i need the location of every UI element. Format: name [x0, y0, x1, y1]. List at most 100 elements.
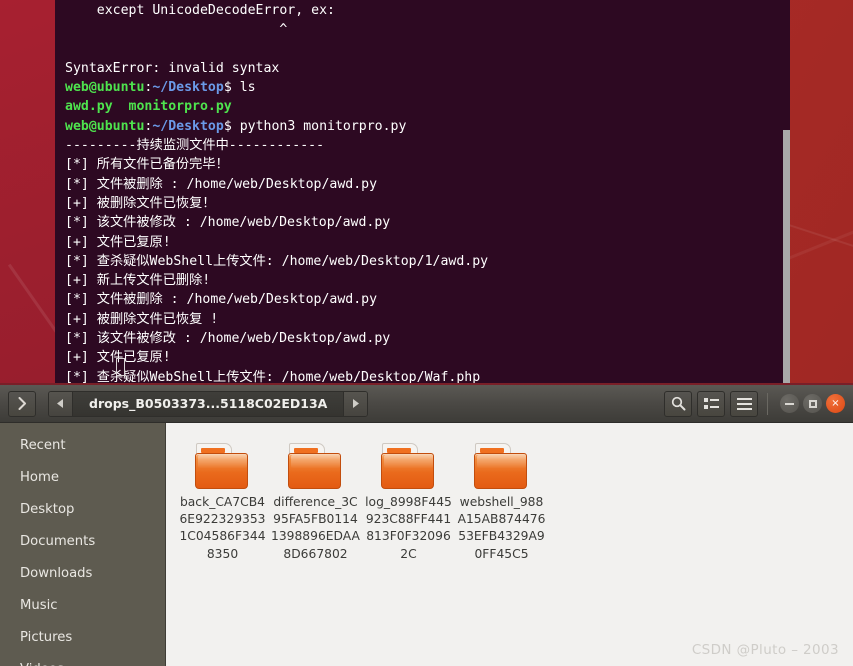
breadcrumb-path-label[interactable]: drops_B0503373...5118C02ED13A [73, 391, 344, 416]
terminal-line: [+] 被删除文件已恢复 ! [65, 310, 790, 329]
breadcrumb[interactable]: drops_B0503373...5118C02ED13A [48, 390, 369, 417]
folder-body [381, 453, 434, 489]
sidebar-item-videos[interactable]: Videos [0, 653, 165, 666]
triangle-right-icon [353, 399, 360, 408]
terminal-line: [*] 查杀疑似WebShell上传文件: /home/web/Desktop/… [65, 252, 790, 271]
toolbar-separator [767, 392, 768, 415]
search-button[interactable] [664, 390, 692, 417]
terminal-line: [*] 文件被删除 : /home/web/Desktop/awd.py [65, 175, 790, 194]
terminal-line: [+] 新上传文件已删除! [65, 271, 790, 290]
wallpaper-streak [7, 263, 63, 339]
minimize-button[interactable] [780, 394, 799, 413]
sidebar-item-label: Downloads [20, 565, 93, 581]
terminal-text-segment: [+] 新上传文件已删除! [65, 273, 211, 289]
file-item-label: webshell_988A15AB87447653EFB4329A90FF45C… [457, 495, 546, 561]
file-manager-window[interactable]: drops_B0503373...5118C02ED13A × Recent H… [0, 383, 853, 666]
sidebar-item-music[interactable]: Music [0, 589, 165, 621]
terminal-cursor [116, 358, 125, 376]
terminal-text-segment: [*] 文件被删除 : /home/web/Desktop/awd.py [65, 176, 378, 192]
file-manager-sidebar: Recent Home Desktop Documents Downloads … [0, 423, 166, 666]
terminal-text-segment: web@ubuntu [65, 118, 145, 134]
file-item[interactable]: back_CA7CB46E9223293531C04586F3448350 [176, 441, 269, 565]
terminal-text-segment: [*] 该文件被修改 : /home/web/Desktop/awd.py [65, 215, 391, 231]
terminal-line: except UnicodeDecodeError, ex: [65, 1, 790, 20]
maximize-icon [808, 399, 817, 408]
folder-icon [381, 443, 436, 489]
file-item[interactable]: webshell_988A15AB87447653EFB4329A90FF45C… [455, 441, 548, 565]
terminal-text-segment: ~/Desktop [152, 118, 224, 134]
terminal-line: [*] 该文件被修改 : /home/web/Desktop/awd.py [65, 329, 790, 348]
terminal-text-segment: $ python3 monitorpro.py [223, 118, 407, 134]
terminal-line: web@ubuntu:~/Desktop$ ls [65, 78, 790, 97]
terminal-line: [*] 所有文件已备份完毕！ [65, 155, 790, 174]
terminal-line: [*] 该文件被修改 : /home/web/Desktop/awd.py [65, 213, 790, 232]
terminal-line: [+] 文件已复原! [65, 348, 790, 367]
folder-icon [288, 443, 343, 489]
sidebar-item-label: Desktop [20, 501, 75, 517]
menu-button[interactable] [730, 390, 758, 417]
terminal-line: ^ [65, 20, 790, 39]
close-icon: × [831, 397, 840, 409]
forward-button[interactable] [8, 390, 36, 417]
sidebar-item-label: Music [20, 597, 58, 613]
terminal-text-segment: awd.py monitorpro.py [65, 99, 232, 115]
triangle-left-icon [57, 399, 63, 408]
terminal-text-segment: ^ [65, 22, 288, 38]
terminal-text-segment: [*] 该文件被修改 : /home/web/Desktop/awd.py [65, 331, 391, 347]
folder-body [474, 453, 527, 489]
watermark: CSDN @Pluto – 2003 [691, 642, 839, 658]
terminal-window[interactable]: except UnicodeDecodeError, ex: ^ SyntaxEr… [55, 0, 790, 383]
terminal-text-segment: [*] 查杀疑似WebShell上传文件: /home/web/Desktop/… [65, 253, 489, 269]
terminal-line: SyntaxError: invalid syntax [65, 59, 790, 78]
file-list-view[interactable]: back_CA7CB46E9223293531C04586F3448350 dif… [166, 423, 853, 666]
file-item[interactable]: log_8998F445923C88FF441813F0F320962C [362, 441, 455, 565]
terminal-output: except UnicodeDecodeError, ex: ^ SyntaxEr… [55, 0, 790, 383]
terminal-line: [*] 文件被删除 : /home/web/Desktop/awd.py [65, 290, 790, 309]
toolbar-right-group: × [664, 390, 845, 417]
terminal-text-segment: [+] 被删除文件已恢复！ [65, 195, 216, 211]
chevron-right-icon [18, 397, 26, 410]
file-item[interactable]: difference_3C95FA5FB01141398896EDAA8D667… [269, 441, 362, 565]
terminal-text-segment: ---------持续监测文件中------------ [65, 138, 325, 154]
sidebar-item-label: Pictures [20, 629, 73, 645]
terminal-text-segment: [+] 文件已复原! [65, 234, 171, 250]
hamburger-menu-icon [736, 397, 752, 410]
view-toggle-button[interactable] [697, 390, 725, 417]
terminal-text-segment: [*] 文件被删除 : /home/web/Desktop/awd.py [65, 292, 378, 308]
terminal-scrollbar[interactable] [783, 130, 790, 383]
terminal-text-segment: web@ubuntu [65, 80, 145, 96]
sidebar-item-downloads[interactable]: Downloads [0, 557, 165, 589]
folder-icon [474, 443, 529, 489]
minimize-icon [785, 402, 794, 405]
terminal-text-segment: except UnicodeDecodeError, ex: [65, 3, 335, 18]
terminal-text-segment: [*] 查杀疑似WebShell上传文件: /home/web/Desktop/… [65, 369, 481, 383]
terminal-line: [*] 查杀疑似WebShell上传文件: /home/web/Desktop/… [65, 368, 790, 383]
sidebar-item-pictures[interactable]: Pictures [0, 621, 165, 653]
sidebar-item-recent[interactable]: Recent [0, 429, 165, 461]
file-manager-body: Recent Home Desktop Documents Downloads … [0, 423, 853, 666]
maximize-button[interactable] [803, 394, 822, 413]
breadcrumb-next-button[interactable] [343, 391, 368, 416]
search-icon [671, 396, 685, 411]
file-grid: back_CA7CB46E9223293531C04586F3448350 dif… [176, 441, 853, 565]
terminal-text-segment: SyntaxError: invalid syntax [65, 60, 280, 76]
close-button[interactable]: × [826, 394, 845, 413]
terminal-text-segment: ~/Desktop [152, 80, 224, 96]
sidebar-item-desktop[interactable]: Desktop [0, 493, 165, 525]
file-manager-toolbar: drops_B0503373...5118C02ED13A × [0, 385, 853, 423]
terminal-line: [+] 文件已复原! [65, 233, 790, 252]
terminal-line: [+] 被删除文件已恢复！ [65, 194, 790, 213]
terminal-line: ---------持续监测文件中------------ [65, 136, 790, 155]
sidebar-item-home[interactable]: Home [0, 461, 165, 493]
file-item-label: log_8998F445923C88FF441813F0F320962C [365, 495, 452, 561]
sidebar-item-documents[interactable]: Documents [0, 525, 165, 557]
terminal-line: awd.py monitorpro.py [65, 97, 790, 116]
sidebar-item-label: Recent [20, 437, 66, 453]
folder-body [288, 453, 341, 489]
sidebar-item-label: Documents [20, 533, 96, 549]
sidebar-item-label: Home [20, 469, 59, 485]
terminal-text-segment: $ ls [223, 80, 256, 96]
terminal-line: web@ubuntu:~/Desktop$ python3 monitorpro… [65, 117, 790, 136]
breadcrumb-prev-button[interactable] [49, 391, 73, 416]
